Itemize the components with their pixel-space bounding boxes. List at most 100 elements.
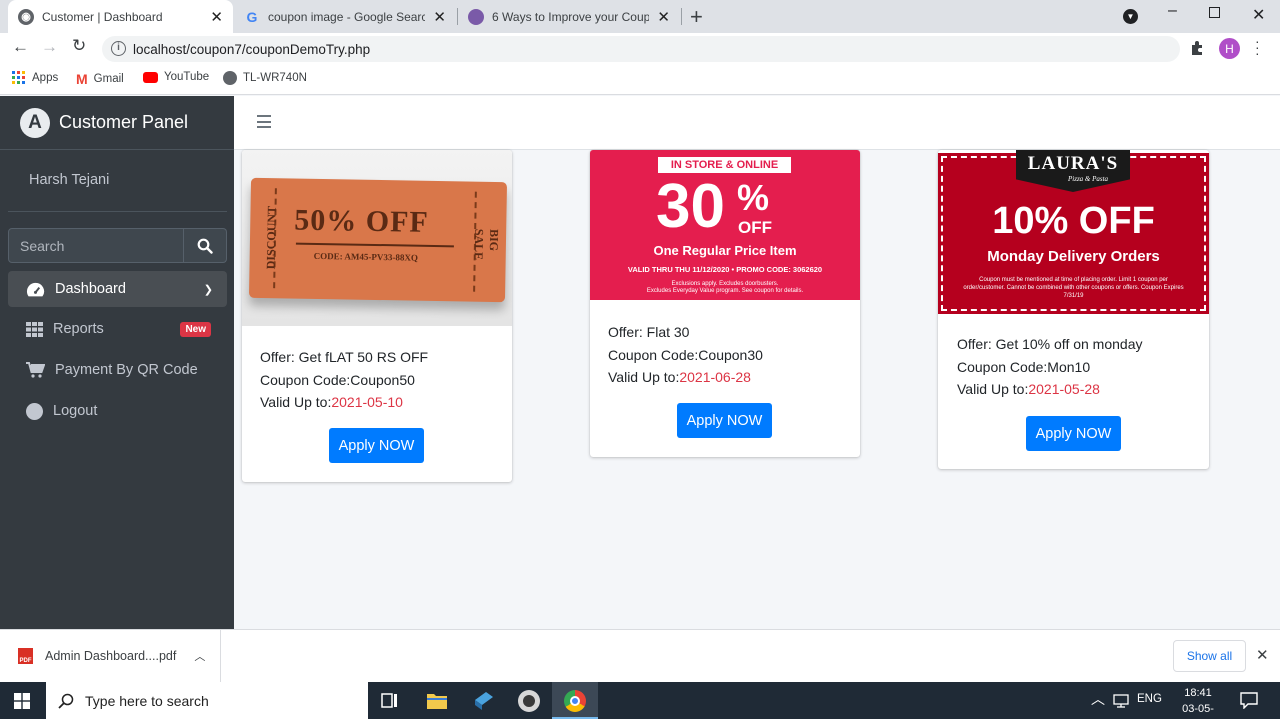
globe-icon: ◉ [18, 8, 34, 25]
cart-icon [26, 362, 45, 378]
bookmark-youtube[interactable]: YouTube [143, 71, 209, 83]
app-pinned-icon[interactable] [473, 691, 495, 710]
chrome-icon [564, 690, 586, 712]
chrome-taskbar-button[interactable] [552, 682, 598, 719]
coupon-card-3: LAURA'S Pizza & Pasta 10% OFF Monday Del… [938, 150, 1209, 469]
brand-title: Customer Panel [59, 112, 189, 132]
reload-icon[interactable]: ↻ [72, 36, 86, 56]
site-info-icon[interactable]: i [111, 41, 126, 56]
ticket-code-text: CODE: AM45-PV33-88XQ [313, 250, 419, 263]
new-tab-plus-icon[interactable]: + [690, 4, 703, 30]
profile-avatar[interactable]: H [1219, 38, 1240, 59]
youtube-icon [143, 71, 158, 83]
clock[interactable]: 18:41 03-05-2021 [1170, 685, 1226, 719]
tab-search-icon[interactable]: ▼ [1123, 9, 1138, 24]
site-favicon-icon [468, 8, 484, 25]
new-badge: New [180, 321, 211, 337]
coupon-card-2: IN STORE & ONLINE 30 % OFF One Regular P… [590, 150, 860, 457]
valid-line: Valid Up to:2021-05-28 [957, 381, 1100, 397]
taskbar-search-placeholder: Type here to search [85, 692, 209, 709]
close-tab-icon[interactable]: ✕ [433, 8, 446, 26]
code-line: Coupon Code:Coupon30 [608, 346, 763, 363]
address-bar[interactable]: i localhost/coupon7/couponDemoTry.php [102, 36, 1180, 62]
chevron-down-icon: ❯ [203, 283, 213, 296]
promo-fine-print: Exclusions apply. Excludes doorbusters. [671, 281, 779, 287]
tray-chevron-up-icon[interactable]: ︿ [1091, 689, 1105, 709]
brand-logo-icon: A [20, 107, 50, 138]
grid-icon [26, 321, 43, 337]
pdf-file-icon: PDF [18, 648, 33, 664]
coupon-image-2: IN STORE & ONLINE 30 % OFF One Regular P… [590, 150, 860, 300]
top-navbar [234, 96, 1280, 150]
close-tab-icon[interactable]: ✕ [210, 8, 223, 26]
promo-subtitle: Monday Delivery Orders [987, 248, 1160, 265]
restore-window-icon[interactable] [1209, 7, 1220, 18]
apply-now-button[interactable]: Apply NOW [329, 428, 424, 463]
file-explorer-icon[interactable] [427, 692, 447, 709]
close-icon[interactable]: ✕ [1256, 646, 1269, 664]
valid-date: 2021-06-28 [679, 369, 751, 385]
user-panel[interactable]: Harsh Tejani [8, 150, 227, 212]
network-icon[interactable] [1113, 694, 1129, 708]
promo-main-text: 10% OFF [992, 200, 1155, 242]
download-filename: Admin Dashboard....pdf [45, 649, 177, 663]
bookmark-apps[interactable]: Apps [12, 71, 58, 85]
promo-valid-line: VALID THRU THU 11/12/2020 • PROMO CODE: … [627, 265, 823, 274]
clock-date: 03-05-2021 [1182, 703, 1214, 715]
tab-divider [681, 8, 682, 25]
coupon-image-1: DISCOUNT BIG SALE 50% OFF CODE: AM45-PV3… [242, 150, 512, 326]
offer-line: Offer: Get 10% off on monday [957, 336, 1143, 352]
sidebar-item-dashboard[interactable]: Dashboard ❯ [8, 271, 227, 307]
promo-big-number: 30 [656, 172, 725, 241]
brand-subtitle: Pizza & Pasta [1068, 175, 1109, 183]
close-tab-icon[interactable]: ✕ [657, 8, 670, 26]
windows-start-icon[interactable] [14, 693, 30, 709]
promo-off: OFF [738, 218, 772, 237]
valid-line: Valid Up to:2021-06-28 [608, 369, 751, 385]
promo-fine-print: Excludes Everyday Value program. See cou… [646, 288, 804, 294]
sidebar-search-input[interactable]: Search [8, 228, 184, 263]
tab-google-search[interactable]: G coupon image - Google Search ✕ [234, 0, 456, 33]
tab-coupon-article[interactable]: 6 Ways to Improve your Coupon ✕ [458, 0, 680, 33]
sidebar-item-reports[interactable]: Reports New [8, 311, 227, 347]
language-indicator[interactable]: ENG [1137, 693, 1162, 705]
hamburger-menu-icon[interactable] [257, 115, 271, 128]
offer-line: Offer: Flat 30 [608, 324, 690, 340]
sidebar-search-button[interactable] [184, 228, 227, 263]
apply-now-button[interactable]: Apply NOW [1026, 416, 1121, 451]
bookmark-router[interactable]: TL-WR740N [223, 71, 307, 85]
forward-arrow-icon[interactable]: → [41, 37, 58, 57]
taskbar-search-box[interactable]: Type here to search [46, 682, 368, 719]
bookmark-gmail[interactable]: M Gmail [76, 71, 124, 87]
browser-menu-icon[interactable]: · · · [1255, 34, 1260, 60]
valid-line: Valid Up to:2021-05-10 [260, 394, 403, 410]
extensions-puzzle-icon[interactable] [1190, 40, 1206, 61]
sidebar-search: Search [8, 228, 227, 263]
sidebar-item-logout[interactable]: Logout [8, 393, 227, 429]
coupon-image-3: LAURA'S Pizza & Pasta 10% OFF Monday Del… [938, 150, 1209, 314]
ticket-side-text-left: DISCOUNT [263, 205, 279, 270]
search-icon [58, 693, 74, 709]
ticket-graphic: DISCOUNT BIG SALE 50% OFF CODE: AM45-PV3… [248, 177, 508, 303]
coupon-details-1: Offer: Get fLAT 50 RS OFF Coupon Code:Co… [260, 346, 428, 414]
back-arrow-icon[interactable]: ← [12, 37, 29, 57]
clock-time: 18:41 [1184, 687, 1212, 699]
ticket-side-text-right: BIG SALE [471, 228, 502, 261]
minimize-icon[interactable]: – [1168, 2, 1177, 20]
close-window-icon[interactable]: ✕ [1252, 5, 1265, 25]
chevron-up-icon[interactable]: ︿ [194, 648, 205, 664]
show-all-button[interactable]: Show all [1173, 640, 1246, 672]
code-line: Coupon Code:Mon10 [957, 358, 1091, 375]
tab-customer-dashboard[interactable]: ◉ Customer | Dashboard ✕ [8, 0, 233, 33]
notification-icon[interactable] [1240, 692, 1258, 709]
ticket-main-text: 50% OFF [294, 203, 430, 239]
download-item[interactable]: PDF Admin Dashboard....pdf ︿ [0, 630, 221, 682]
sidebar-item-payment-qr[interactable]: Payment By QR Code [8, 352, 227, 388]
apply-now-button[interactable]: Apply NOW [677, 403, 772, 438]
task-view-icon[interactable] [381, 693, 398, 708]
sidebar-brand[interactable]: A Customer Panel [0, 96, 234, 150]
pinned-app-icon[interactable] [518, 690, 540, 712]
user-name: Harsh Tejani [29, 172, 110, 188]
promo-percent: % [737, 177, 770, 218]
promo-top-label: IN STORE & ONLINE [658, 157, 791, 173]
